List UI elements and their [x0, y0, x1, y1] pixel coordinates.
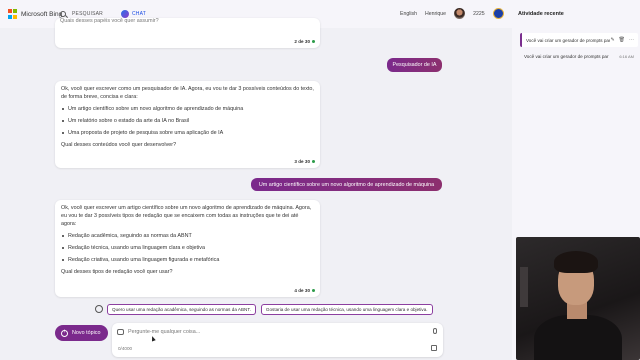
bot-message: Ok, você quer escrever como um pesquisad… [55, 81, 320, 168]
recent-item[interactable]: Você vai criar um gerador de prompts par… [520, 49, 638, 63]
rewards-points[interactable]: 2225 [473, 11, 485, 17]
message-question: Qual desses conteúdos você quer desenvol… [61, 142, 177, 148]
message-question: Qual desses tipos de redação você quer u… [61, 269, 173, 275]
microphone-icon[interactable] [433, 328, 437, 334]
options-list: Um artigo científico sobre um novo algor… [61, 105, 314, 137]
message-text: Quais desses papéis você quer assumir? [60, 18, 159, 24]
account-area: English Henrique 2225 [400, 8, 526, 19]
brand-name: Microsoft Bing [21, 10, 63, 18]
bing-brand[interactable]: Microsoft Bing [8, 9, 62, 19]
chat-bubble-icon [117, 329, 124, 335]
bot-message: Ok, você quer escrever um artigo científ… [55, 200, 320, 297]
list-item: Uma proposta de projeto de pesquisa sobr… [61, 129, 314, 137]
message-counter: 4 de 30 [294, 288, 315, 293]
chat-input[interactable] [128, 327, 408, 337]
list-item: Redação criativa, usando uma linguagem f… [61, 256, 314, 264]
char-counter: 0/4000 [118, 346, 133, 351]
message-counter: 2 de 30 [294, 39, 315, 44]
user-message-text: Um artigo científico sobre um novo algor… [258, 181, 435, 188]
message-counter: 3 de 30 [294, 159, 315, 164]
user-message: Pesquisador de IA [387, 58, 442, 72]
edit-icon[interactable]: ✎ [610, 37, 614, 43]
recent-item-label: Você vai criar um gerador de prompts par [526, 37, 611, 43]
recent-activity-title: Atividade recente [518, 11, 564, 17]
list-item: Um relatório sobre o estado da arte da I… [61, 117, 314, 125]
user-name[interactable]: Henrique [425, 11, 446, 17]
rewards-icon[interactable] [492, 8, 504, 19]
suggestion-chip[interactable]: Gostaria de usar uma redação técnica, us… [260, 304, 433, 315]
user-message-text: Pesquisador de IA [392, 62, 437, 68]
message-intro: Ok, você quer escrever como um pesquisad… [61, 86, 314, 100]
language-link[interactable]: English [400, 11, 417, 17]
suggestion-help-icon [95, 305, 103, 313]
webcam-overlay [516, 237, 640, 360]
suggestion-chips: Quero usar uma redação acadêmica, seguin… [107, 304, 433, 315]
microsoft-logo-icon [8, 9, 18, 19]
visual-search-icon[interactable] [431, 345, 437, 351]
avatar[interactable] [454, 8, 466, 19]
new-topic-icon [61, 329, 68, 337]
status-dot-icon [312, 160, 315, 163]
recent-item[interactable]: Você vai criar um gerador de prompts par… [520, 33, 638, 47]
message-intro: Ok, você quer escrever um artigo científ… [61, 205, 312, 227]
more-icon[interactable]: ⋯ [629, 37, 634, 43]
status-dot-icon [312, 289, 315, 292]
suggestion-chip[interactable]: Quero usar uma redação acadêmica, seguin… [107, 304, 256, 315]
options-list: Redação acadêmica, seguindo as normas da… [61, 232, 314, 264]
list-item: Redação acadêmica, seguindo as normas da… [61, 232, 314, 240]
recent-item-label: Você vai criar um gerador de prompts par [524, 53, 609, 59]
new-topic-label: Novo tópico [72, 330, 101, 336]
delete-icon[interactable]: 🗑 [619, 37, 625, 43]
recent-item-time: 6:16 AM [619, 53, 634, 59]
status-dot-icon [312, 40, 315, 43]
user-message: Um artigo científico sobre um novo algor… [251, 178, 442, 191]
list-item: Um artigo científico sobre um novo algor… [61, 105, 314, 113]
list-item: Redação técnica, usando uma linguagem cl… [61, 244, 314, 252]
chat-input-box: 0/4000 [112, 323, 443, 357]
new-topic-button[interactable]: Novo tópico [55, 325, 108, 341]
bot-message: Quais desses papéis você quer assumir? 2… [55, 18, 320, 48]
